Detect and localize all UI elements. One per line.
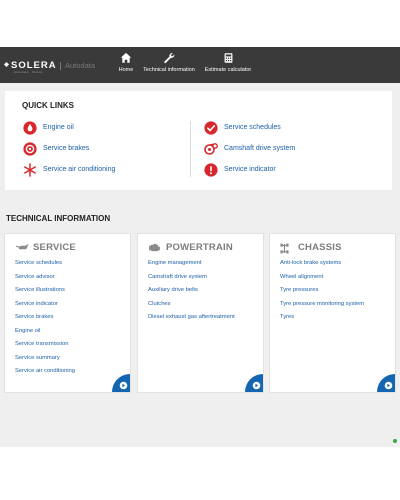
card-link-list: Service schedules Service advisor Servic… bbox=[15, 260, 130, 382]
warning-icon bbox=[204, 163, 218, 177]
card-link[interactable]: Anti-lock brake systems bbox=[280, 260, 395, 274]
card-link[interactable]: Auxiliary drive belts bbox=[148, 287, 263, 301]
card-link[interactable]: Service advisor bbox=[15, 274, 130, 288]
quick-link-label: Service indicator bbox=[224, 166, 276, 173]
card-link[interactable]: Clutches bbox=[148, 301, 263, 315]
card-link[interactable]: Engine management bbox=[148, 260, 263, 274]
card-link[interactable]: Service brakes bbox=[15, 314, 130, 328]
solera-mark-icon bbox=[4, 62, 9, 67]
quick-link-label: Service schedules bbox=[224, 124, 281, 131]
status-indicator bbox=[393, 439, 397, 443]
wrench-icon bbox=[164, 52, 175, 64]
card-title: SERVICE bbox=[33, 242, 76, 253]
top-navigation-bar: SOLERA Autodata Autodata · Solera Home T… bbox=[0, 47, 400, 83]
card-link[interactable]: Tyres bbox=[280, 314, 395, 328]
chassis-card: CHASSIS Anti-lock brake systems Wheel al… bbox=[269, 233, 396, 393]
nav-estimate-calculator-label: Estimate calculator bbox=[204, 67, 252, 73]
snowflake-icon bbox=[24, 163, 36, 177]
nav-technical-information-label: Technical information bbox=[143, 67, 195, 73]
footer-legal-text bbox=[4, 439, 394, 445]
oil-can-icon bbox=[16, 243, 29, 250]
calculator-icon bbox=[224, 53, 232, 63]
nav-home[interactable]: Home bbox=[116, 51, 136, 79]
engine-icon bbox=[149, 243, 160, 252]
chassis-icon bbox=[280, 243, 289, 254]
card-link[interactable]: Wheel alignment bbox=[280, 274, 395, 288]
quick-links-title: QUICK LINKS bbox=[22, 101, 74, 110]
product-name: Autodata bbox=[65, 61, 96, 70]
belt-drive-icon bbox=[204, 143, 218, 155]
card-link[interactable]: Service illustrations bbox=[15, 287, 130, 301]
nav-home-label: Home bbox=[118, 67, 134, 73]
technical-information-title: TECHNICAL INFORMATION bbox=[6, 214, 111, 223]
card-link[interactable]: Tyre pressure monitoring system bbox=[280, 301, 395, 315]
quick-link-label: Camshaft drive system bbox=[224, 145, 296, 152]
logo-tagline: Autodata · Solera bbox=[14, 70, 43, 74]
card-title: POWERTRAIN bbox=[166, 242, 233, 253]
card-more-arrow-icon[interactable] bbox=[377, 374, 395, 392]
card-link-list: Anti-lock brake systems Wheel alignment … bbox=[280, 260, 395, 328]
card-more-arrow-icon[interactable] bbox=[112, 374, 130, 392]
check-circle-icon bbox=[204, 121, 218, 135]
app-window: SOLERA Autodata Autodata · Solera Home T… bbox=[0, 47, 400, 447]
card-link[interactable]: Service summary bbox=[15, 355, 130, 369]
card-more-arrow-icon[interactable] bbox=[245, 374, 263, 392]
card-link-list: Engine management Camshaft drive system … bbox=[148, 260, 263, 328]
quick-links-divider bbox=[190, 121, 191, 177]
card-link[interactable]: Camshaft drive system bbox=[148, 274, 263, 288]
quick-link-label: Engine oil bbox=[43, 124, 74, 131]
nav-estimate-calculator[interactable]: Estimate calculator bbox=[202, 51, 254, 79]
nav-technical-information[interactable]: Technical information bbox=[141, 51, 197, 79]
card-link[interactable]: Service transmission bbox=[15, 341, 130, 355]
quick-link-label: Service brakes bbox=[43, 145, 90, 152]
logo-separator bbox=[60, 62, 61, 70]
oil-drop-icon bbox=[23, 121, 37, 135]
brand-logo[interactable]: SOLERA Autodata Autodata · Solera bbox=[4, 60, 104, 76]
card-link[interactable]: Service indicator bbox=[15, 301, 130, 315]
card-link[interactable]: Tyre pressures bbox=[280, 287, 395, 301]
service-card: SERVICE Service schedules Service adviso… bbox=[4, 233, 131, 393]
card-title: CHASSIS bbox=[298, 242, 342, 253]
quick-links-panel: QUICK LINKS Engine oil Service brakes Se… bbox=[5, 91, 392, 190]
brake-disc-icon bbox=[23, 142, 37, 156]
home-icon bbox=[120, 52, 132, 63]
powertrain-card: POWERTRAIN Engine management Camshaft dr… bbox=[137, 233, 264, 393]
card-link[interactable]: Engine oil bbox=[15, 328, 130, 342]
card-link[interactable]: Diesel exhaust gas aftertreatment bbox=[148, 314, 263, 328]
quick-link-label: Service air conditioning bbox=[43, 166, 116, 173]
card-link[interactable]: Service schedules bbox=[15, 260, 130, 274]
